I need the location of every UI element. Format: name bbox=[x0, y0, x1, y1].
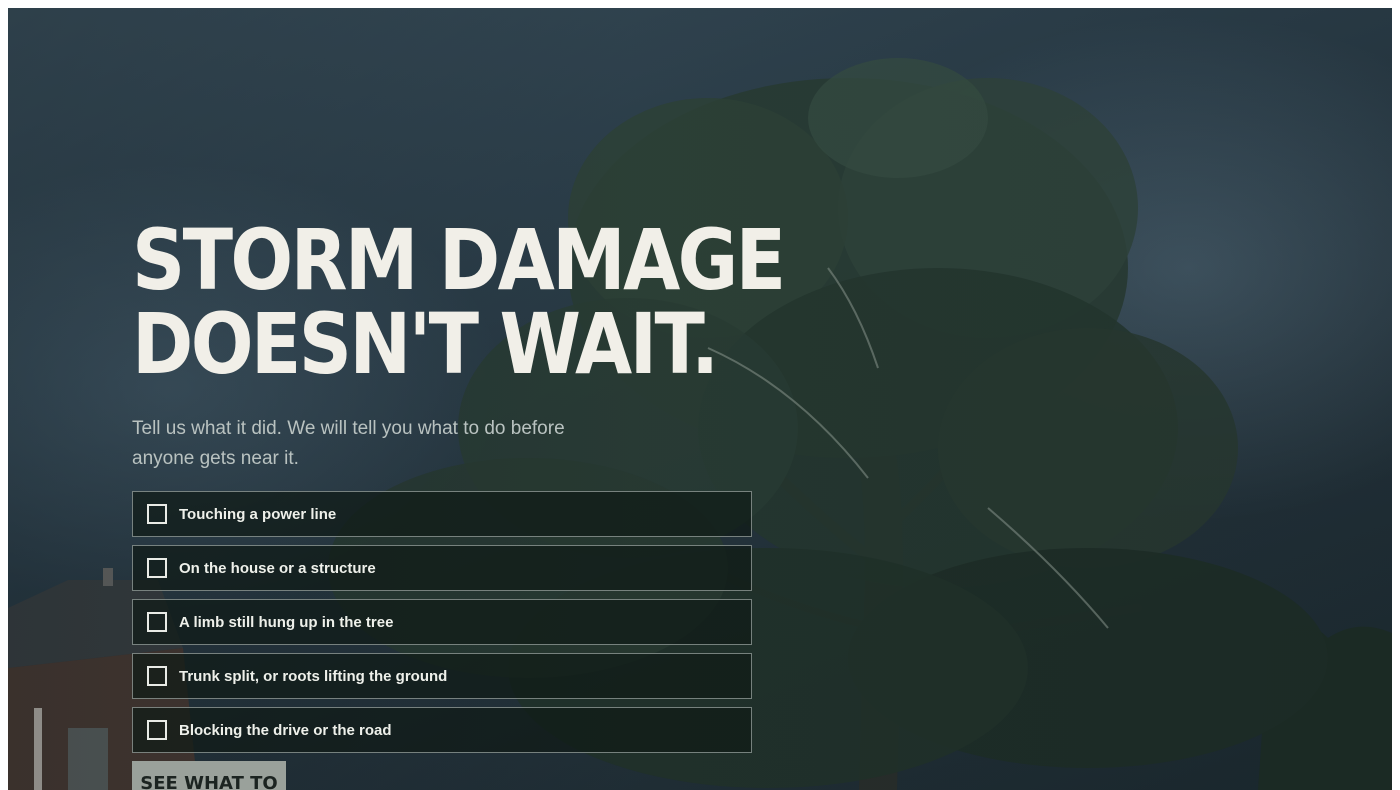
option-trunk-split[interactable]: Trunk split, or roots lifting the ground bbox=[132, 653, 752, 699]
option-hung-limb[interactable]: A limb still hung up in the tree bbox=[132, 599, 752, 645]
option-power-line[interactable]: Touching a power line bbox=[132, 491, 752, 537]
empty-checkbox-icon[interactable] bbox=[147, 666, 167, 686]
option-label: Trunk split, or roots lifting the ground bbox=[179, 667, 448, 685]
option-label: On the house or a structure bbox=[179, 559, 376, 577]
headline-line-1: STORM DAMAGE bbox=[132, 211, 786, 309]
see-what-to-do-button[interactable]: SEE WHAT TO DO bbox=[132, 761, 286, 790]
option-blocking-road[interactable]: Blocking the drive or the road bbox=[132, 707, 752, 753]
headline-line-2: DOESN'T WAIT. bbox=[132, 295, 719, 393]
empty-checkbox-icon[interactable] bbox=[147, 504, 167, 524]
page-title: STORM DAMAGE DOESN'T WAIT. bbox=[132, 211, 786, 393]
option-label: Touching a power line bbox=[179, 505, 337, 523]
hero-section: STORM DAMAGE DOESN'T WAIT. Tell us what … bbox=[8, 8, 1392, 790]
option-on-structure[interactable]: On the house or a structure bbox=[132, 545, 752, 591]
empty-checkbox-icon[interactable] bbox=[147, 558, 167, 578]
empty-checkbox-icon[interactable] bbox=[147, 720, 167, 740]
option-label: Blocking the drive or the road bbox=[179, 721, 392, 739]
damage-options-list: Touching a power line On the house or a … bbox=[132, 491, 772, 753]
hero-content: STORM DAMAGE DOESN'T WAIT. Tell us what … bbox=[132, 211, 786, 790]
empty-checkbox-icon[interactable] bbox=[147, 612, 167, 632]
option-label: A limb still hung up in the tree bbox=[179, 613, 394, 631]
hero-subtitle: Tell us what it did. We will tell you wh… bbox=[132, 418, 565, 469]
